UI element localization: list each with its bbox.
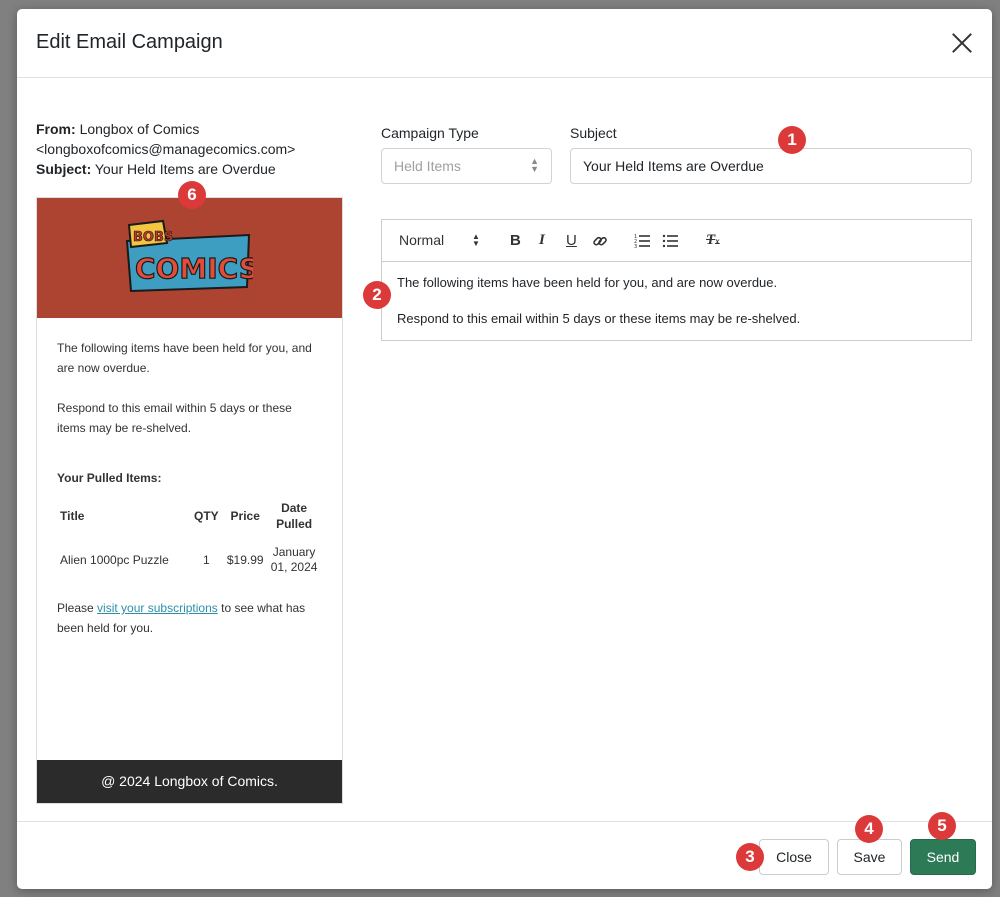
cell-price: $19.99 — [226, 552, 264, 567]
modal-footer: Close Save Send — [17, 821, 992, 890]
subject-field-label: Subject — [570, 125, 617, 141]
save-button[interactable]: Save — [837, 839, 902, 875]
preview-para-2: Respond to this email within 5 days or t… — [57, 401, 292, 435]
preview-meta: From: Longbox of Comics <longboxofcomics… — [36, 119, 336, 179]
email-preview: BOBS COMICS The following items have bee… — [36, 197, 343, 804]
link-icon[interactable] — [592, 233, 608, 249]
col-header-price: Price — [230, 509, 260, 523]
subject-input[interactable]: Your Held Items are Overdue — [570, 148, 972, 184]
email-banner: BOBS COMICS — [37, 198, 342, 318]
format-select[interactable]: Normal — [399, 232, 444, 248]
edit-campaign-modal: Edit Email Campaign From: Longbox of Com… — [17, 9, 992, 889]
editor-line-2[interactable]: Respond to this email within 5 days or t… — [397, 311, 800, 326]
col-header-date: Date Pulled — [276, 501, 313, 531]
annotation-badge-4: 4 — [855, 815, 883, 843]
col-header-qty: QTY — [194, 509, 219, 523]
format-select-arrows-icon: ▲ ▼ — [472, 232, 480, 248]
clear-format-icon[interactable]: Tx — [706, 232, 720, 249]
close-button[interactable]: Close — [759, 839, 829, 875]
modal-title: Edit Email Campaign — [36, 31, 223, 53]
from-label: From: — [36, 121, 76, 137]
underline-icon[interactable]: U — [566, 232, 577, 249]
logo-main-text: COMICS — [135, 252, 253, 285]
campaign-type-value: Held Items — [394, 158, 461, 174]
bobs-comics-logo: BOBS COMICS — [125, 219, 253, 293]
select-arrows-icon: ▲ ▼ — [530, 156, 539, 174]
svg-text:3: 3 — [634, 244, 637, 249]
ordered-list-icon[interactable]: 1 2 3 — [634, 233, 651, 249]
annotation-badge-3: 3 — [736, 843, 764, 871]
bullet-list-icon[interactable] — [662, 233, 679, 249]
subscriptions-link[interactable]: visit your subscriptions — [97, 601, 218, 615]
bold-icon[interactable]: B — [510, 232, 521, 249]
logo-top-text: BOBS — [133, 230, 173, 245]
campaign-type-label: Campaign Type — [381, 125, 479, 141]
col-header-title: Title — [60, 509, 85, 523]
rich-text-editor: Normal ▲ ▼ B I U 1 2 3 Tx The following … — [381, 219, 972, 341]
campaign-type-select[interactable]: Held Items ▲ ▼ — [381, 148, 552, 184]
email-footer: @ 2024 Longbox of Comics. — [37, 760, 342, 803]
cell-qty: 1 — [203, 552, 210, 567]
annotation-badge-2: 2 — [363, 281, 391, 309]
cell-date: January 01, 2024 — [270, 545, 318, 574]
italic-icon[interactable]: I — [539, 232, 545, 249]
annotation-badge-5: 5 — [928, 812, 956, 840]
pulled-items-table: Title QTY Price Date Pulled Alien 1000pc… — [57, 498, 321, 577]
annotation-badge-6: 6 — [178, 181, 206, 209]
table-header-row: Title QTY Price Date Pulled — [57, 498, 321, 534]
preview-para-1: The following items have been held for y… — [57, 341, 312, 375]
close-icon[interactable] — [951, 32, 973, 54]
preview-closing: Please visit your subscriptions to see w… — [57, 598, 317, 638]
editor-line-1[interactable]: The following items have been held for y… — [397, 275, 777, 290]
table-row: Alien 1000pc Puzzle 1 $19.99 January 01,… — [57, 534, 321, 577]
modal-header: Edit Email Campaign — [17, 9, 992, 78]
subject-label: Subject: — [36, 161, 92, 177]
subject-value: Your Held Items are Overdue — [94, 161, 276, 177]
send-button[interactable]: Send — [910, 839, 976, 875]
annotation-badge-1: 1 — [778, 126, 806, 154]
subject-input-value: Your Held Items are Overdue — [583, 158, 764, 174]
preview-items-heading: Your Pulled Items: — [57, 471, 162, 485]
closing-prefix: Please — [57, 601, 94, 615]
editor-toolbar: Normal ▲ ▼ B I U 1 2 3 Tx — [382, 220, 971, 262]
cell-title: Alien 1000pc Puzzle — [60, 552, 169, 567]
